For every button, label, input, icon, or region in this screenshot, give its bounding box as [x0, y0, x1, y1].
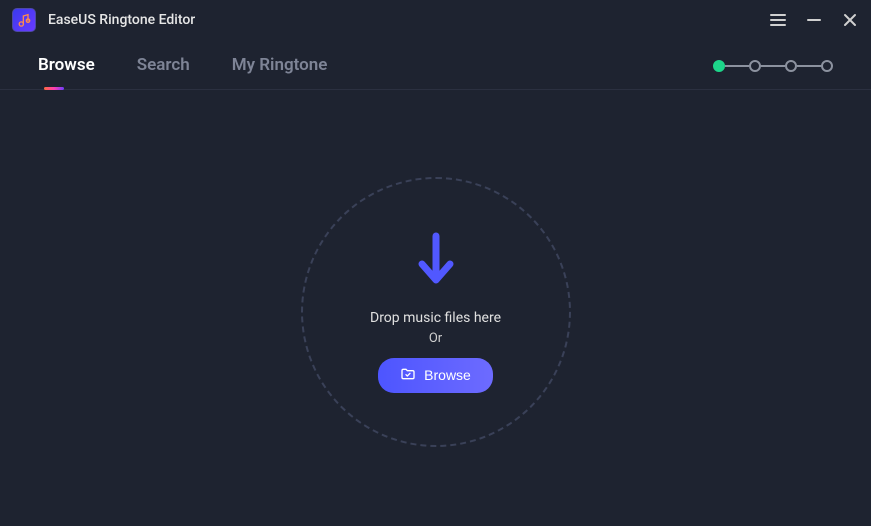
- step-line: [761, 65, 785, 67]
- browse-button-label: Browse: [424, 367, 471, 383]
- close-icon[interactable]: [841, 11, 859, 29]
- drop-zone[interactable]: Drop music files here Or Browse: [301, 177, 571, 447]
- app-logo-icon: [12, 8, 36, 32]
- minimize-icon[interactable]: [805, 11, 823, 29]
- browse-button[interactable]: Browse: [378, 358, 493, 393]
- tab-search[interactable]: Search: [137, 55, 190, 89]
- step-indicator: [713, 60, 833, 72]
- main-area: Drop music files here Or Browse: [0, 90, 871, 526]
- menu-icon[interactable]: [769, 11, 787, 29]
- drop-text: Drop music files here: [370, 308, 501, 329]
- step-line: [797, 65, 821, 67]
- app-title: EaseUS Ringtone Editor: [48, 12, 195, 28]
- folder-icon: [400, 366, 416, 385]
- step-3: [785, 60, 797, 72]
- step-2: [749, 60, 761, 72]
- step-line: [725, 65, 749, 67]
- nav-tabs: Browse Search My Ringtone: [0, 40, 871, 90]
- arrow-down-icon: [414, 232, 458, 290]
- step-4: [821, 60, 833, 72]
- step-1: [713, 60, 725, 72]
- titlebar: EaseUS Ringtone Editor: [0, 0, 871, 40]
- tab-my-ringtone[interactable]: My Ringtone: [232, 55, 328, 89]
- or-text: Or: [429, 331, 442, 346]
- tab-browse[interactable]: Browse: [38, 55, 95, 89]
